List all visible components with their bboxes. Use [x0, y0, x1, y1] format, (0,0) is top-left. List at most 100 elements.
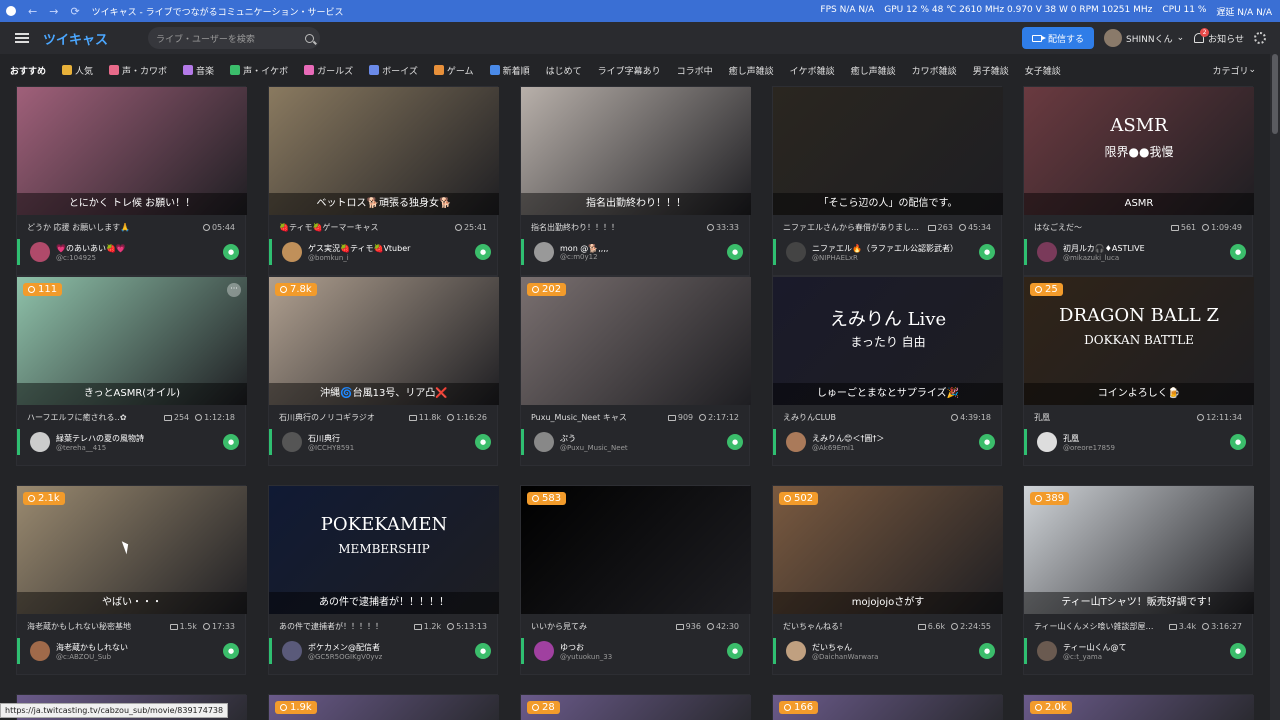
category-tab[interactable]: ゲーム [426, 64, 482, 77]
reload-icon[interactable]: ⟳ [70, 5, 79, 18]
stream-owner[interactable]: 石川典行 @ICCHY8591 ● [269, 429, 499, 455]
stream-card[interactable]: 指名出勤終わり！！！ 指名出勤終わり！！！！ 33:33 mon @🐕,,,, @c:m… [520, 86, 751, 276]
avatar[interactable] [282, 432, 302, 452]
stream-card[interactable]: 2.0k [1023, 694, 1254, 720]
stream-thumbnail[interactable]: 2.0k [1024, 695, 1254, 720]
stream-card[interactable]: 166 [772, 694, 1003, 720]
stream-card[interactable]: ティー山Tシャツ！販売好調です！ 389 ティー山くんメシ喰い雑談部屋… 3.4k 3:… [1023, 485, 1254, 675]
stream-card[interactable]: えみりん Live まったり 自由 しゅーごとまなとサプライズ🎉 えみりんCLUB 4:… [772, 276, 1003, 466]
stream-card[interactable]: 202 Puxu_Music_Neet キャス 909 2:17:12 ぷう @Puxu_… [520, 276, 751, 466]
stream-thumbnail[interactable]: 583 [521, 486, 751, 614]
stream-owner[interactable]: ティー山くん@て @c:t_yama ● [1024, 638, 1254, 664]
stream-thumbnail[interactable]: mojojojoさがす 502 [773, 486, 1003, 614]
avatar[interactable] [282, 242, 302, 262]
stream-owner[interactable]: ぷう @Puxu_Music_Neet ● [521, 429, 751, 455]
category-tab[interactable]: コラボ中 [669, 64, 721, 77]
stream-card[interactable]: 沖縄🌀台風13号、リア凸❌ 7.8k 石川典行のノリコギラジオ 11.8k 1:16:2… [268, 276, 499, 466]
stream-thumbnail[interactable]: きっとASMR(オイル) 111 ··· [17, 277, 247, 405]
category-tab[interactable]: 声・イケボ [222, 64, 296, 77]
avatar[interactable] [30, 641, 50, 661]
scrollbar[interactable] [1270, 22, 1280, 720]
category-tab[interactable]: 癒し声雑談 [721, 64, 782, 77]
stream-thumbnail[interactable]: DRAGON BALL Z DOKKAN BATTLE コインよろしく🍺 25 [1024, 277, 1254, 405]
category-dropdown[interactable]: カテゴリ ⌄ [1204, 64, 1264, 77]
stream-thumbnail[interactable]: ベットロス🐕頑張る独身女🐕 [269, 87, 499, 215]
settings-icon[interactable] [1254, 32, 1266, 44]
stream-card[interactable]: ASMR 限界●●我慢 ASMR はなごえだ〜 561 1:09:49 初月ルカ🎧♦ASTL… [1023, 86, 1254, 276]
avatar[interactable] [282, 641, 302, 661]
stream-owner[interactable]: えみりん😊＜†圓†＞ @Ak69Emi1 ● [773, 429, 1003, 455]
stream-thumbnail[interactable]: POKEKAMEN MEMBERSHIP あの件で逮捕者が！！！！！ [269, 486, 499, 614]
category-tab[interactable]: はじめて [538, 64, 590, 77]
hamburger-menu-icon[interactable] [15, 33, 29, 43]
stream-owner[interactable]: ポケカメン@配信者 @GC5R5OGIKgV0yvz ● [269, 638, 499, 664]
avatar[interactable] [786, 432, 806, 452]
category-tab[interactable]: 癒し声雑談 [843, 64, 904, 77]
stream-card[interactable]: ベットロス🐕頑張る独身女🐕 🍓ティモ🍓ゲーマーキャス 25:41 ゲス実況🍓ティモ🍓V… [268, 86, 499, 276]
stream-card[interactable]: とにかく トレ候 お願い！！ どうか 応援 お願いします🙏 05:44 💗のあいあい🍓… [16, 86, 247, 276]
stream-thumbnail[interactable]: 28 [521, 695, 751, 720]
category-tab[interactable]: 声・カワボ [101, 64, 175, 77]
avatar[interactable] [30, 242, 50, 262]
stream-card[interactable]: 「そこら辺の人」の配信です。 ニファエルさんから春借がありまし… 263 45:34 ニ… [772, 86, 1003, 276]
stream-card[interactable]: やばい・・・ 2.1k 海老蔵かもしれない秘密基地 1.5k 17:33 海老蔵かもしれな… [16, 485, 247, 675]
avatar[interactable] [786, 242, 806, 262]
avatar[interactable] [30, 432, 50, 452]
category-tab[interactable]: カワボ雑談 [904, 64, 965, 77]
stream-thumbnail[interactable]: 指名出勤終わり！！！ [521, 87, 751, 215]
stream-owner[interactable]: 💗のあいあい🍓💗 @c:104925 ● [17, 239, 247, 265]
back-arrow-icon[interactable]: ← [28, 5, 37, 18]
stream-thumbnail[interactable]: とにかく トレ候 お願い！！ [17, 87, 247, 215]
more-options-icon[interactable]: ··· [227, 283, 241, 297]
start-stream-button[interactable]: 配信する [1022, 27, 1095, 49]
stream-owner[interactable]: 海老蔵かもしれない @c:ABZOU_Sub ● [17, 638, 247, 664]
search-input[interactable]: ライブ・ユーザーを検索 [148, 27, 321, 49]
category-tab[interactable]: 新着順 [482, 64, 538, 77]
stream-owner[interactable]: ゲス実況🍓ティモ🍓Vtuber @bomkun_i ● [269, 239, 499, 265]
forward-arrow-icon[interactable]: → [49, 5, 58, 18]
stream-thumbnail[interactable]: ティー山Tシャツ！販売好調です！ 389 [1024, 486, 1254, 614]
stream-thumbnail[interactable]: ASMR 限界●●我慢 ASMR [1024, 87, 1254, 215]
avatar[interactable] [534, 641, 554, 661]
avatar[interactable] [1037, 641, 1057, 661]
stream-card[interactable]: POKEKAMEN MEMBERSHIP あの件で逮捕者が！！！！！ あの件で逮捕者が… [268, 485, 499, 675]
stream-thumbnail[interactable]: 沖縄🌀台風13号、リア凸❌ 7.8k [269, 277, 499, 405]
stream-card[interactable]: 583 いいから見てみ 936 42:30 ゆつお @yutuokun_33 ● [520, 485, 751, 675]
avatar[interactable] [534, 432, 554, 452]
stream-owner[interactable]: mon @🐕,,,, @c:m0y12 ● [521, 239, 751, 265]
site-logo[interactable]: ツイキャス [43, 29, 108, 48]
avatar[interactable] [1037, 432, 1057, 452]
stream-owner[interactable]: ニファエル🔥（ラファエル公認影武者） @NIPHAELxR ● [773, 239, 1003, 265]
stream-owner[interactable]: 孔凰 @oreore17859 ● [1024, 429, 1254, 455]
category-tab[interactable]: ライブ字幕あり [590, 64, 669, 77]
stream-owner[interactable]: ゆつお @yutuokun_33 ● [521, 638, 751, 664]
stream-card[interactable]: 28 [520, 694, 751, 720]
category-tab[interactable]: 人気 [54, 64, 101, 77]
stream-thumbnail[interactable]: やばい・・・ 2.1k [17, 486, 247, 614]
category-tab[interactable]: 男子雑談 [965, 64, 1017, 77]
stream-owner[interactable]: 初月ルカ🎧♦ASTLIVE @mikazuki_luca ● [1024, 239, 1254, 265]
category-tab[interactable]: ガールズ [296, 64, 361, 77]
stream-card[interactable]: 1.9k [268, 694, 499, 720]
avatar[interactable] [786, 641, 806, 661]
scrollbar-thumb[interactable] [1272, 54, 1278, 134]
stream-owner[interactable]: 緑葉テレハの夏の風物詩 @tereha__415 ● [17, 429, 247, 455]
category-tab[interactable]: イケボ雑談 [782, 64, 843, 77]
category-tab[interactable]: 音楽 [175, 64, 222, 77]
search-icon[interactable] [305, 33, 315, 43]
stream-thumbnail[interactable]: 1.9k [269, 695, 499, 720]
notifications-button[interactable]: 2 お知らせ [1194, 28, 1244, 45]
stream-thumbnail[interactable]: 202 [521, 277, 751, 405]
category-tab[interactable]: ボーイズ [361, 64, 426, 77]
stream-thumbnail[interactable]: えみりん Live まったり 自由 しゅーごとまなとサプライズ🎉 [773, 277, 1003, 405]
stream-thumbnail[interactable]: 「そこら辺の人」の配信です。 [773, 87, 1003, 215]
avatar[interactable] [1037, 242, 1057, 262]
avatar[interactable] [534, 242, 554, 262]
stream-card[interactable]: きっとASMR(オイル) 111 ··· ハーフエルフに癒される‥✿ 254 1:12:1… [16, 276, 247, 466]
stream-owner[interactable]: だいちゃん @DaichanWarwara ● [773, 638, 1003, 664]
user-menu[interactable]: SHINNくん ⌄ [1104, 29, 1184, 47]
stream-thumbnail[interactable]: 166 [773, 695, 1003, 720]
category-tab[interactable]: 女子雑談 [1017, 64, 1069, 77]
category-tab[interactable]: おすすめ [0, 64, 54, 77]
stream-card[interactable]: DRAGON BALL Z DOKKAN BATTLE コインよろしく🍺 25 孔凰 12… [1023, 276, 1254, 466]
